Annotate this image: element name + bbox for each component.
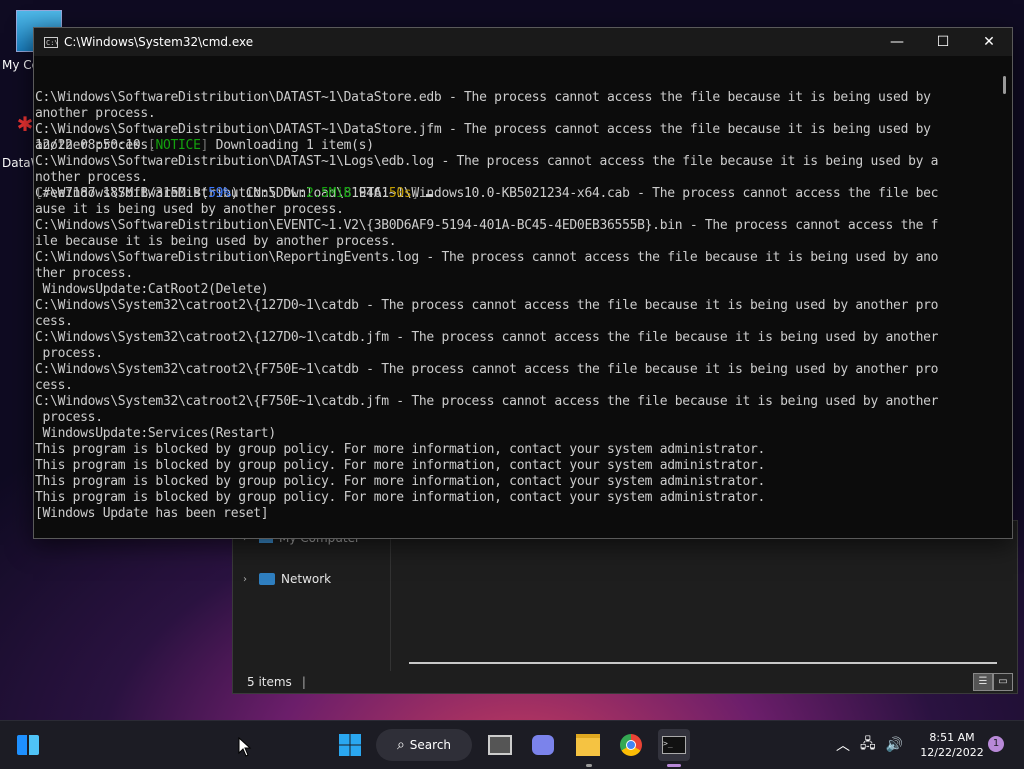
nav-item-network[interactable]: › Network [243,572,331,586]
chevron-right-icon[interactable]: › [243,574,253,585]
close-button[interactable]: ✕ [966,28,1012,56]
window-title: C:\Windows\System32\cmd.exe [64,35,254,49]
mouse-cursor-icon [238,737,252,757]
console-line: C:\Windows\SoftwareDistribution\EVENTC~1… [35,218,939,233]
console-line: another process. [35,106,156,121]
status-divider: | [301,675,306,689]
console-line: [Windows Update has been reset] [35,506,269,521]
console-line: nother process. [35,170,148,185]
file-explorer-icon [576,734,600,756]
console-line: This program is blocked by group policy.… [35,474,766,489]
widgets-button[interactable] [12,729,44,761]
search-label: Search [409,738,452,752]
console-line: This program is blocked by group policy.… [35,458,766,473]
console-line: C:\Windows\SoftwareDistribution\DATAST~1… [35,122,931,137]
title-bar[interactable]: C:\ C:\Windows\System32\cmd.exe — ☐ ✕ [34,28,1012,56]
notice-tag: NOTICE [155,138,201,153]
windows-start-icon [339,734,361,756]
bracket: [ [35,186,43,201]
console-line: ther process. [35,266,133,281]
network-icon [259,573,275,585]
console-line: C:\Windows\System32\catroot2\{127D0~1\ca… [35,330,939,345]
minimize-button[interactable]: — [874,28,920,56]
console-output[interactable]: C:\Windows\SoftwareDistribution\DATAST~1… [34,58,997,538]
console-line: ause it is being used by another process… [35,202,344,217]
download-percent: 59% [208,186,231,201]
cmd-window: C:\ C:\Windows\System32\cmd.exe — ☐ ✕ C:… [33,27,1013,539]
download-progress: #ee7187 187MiB/315MiB( [42,186,209,201]
console-line: C:\Windows\System32\catroot2\{127D0~1\ca… [35,298,939,313]
task-view-icon [488,735,512,755]
network-status-icon[interactable]: 🖧 [860,733,876,757]
chrome-button[interactable] [615,729,647,761]
chevron-up-icon[interactable]: ︿ [836,735,850,755]
chrome-icon [620,734,642,756]
item-count: 5 items [247,675,292,689]
volume-icon[interactable]: 🔊 [886,737,903,753]
system-tray: ︿ 🖧 🔊 [836,721,903,769]
cmd-app-icon: C:\ [44,36,59,48]
running-app-indicator [586,764,592,767]
console-line: C:\Windows\SoftwareDistribution\Reportin… [35,250,939,265]
console-line: process. [35,346,104,361]
notice-message: Downloading 1 item(s) [208,138,374,153]
active-app-indicator [667,764,681,767]
console-line: cess. [35,378,73,393]
connections: ) CN:5 DL: [230,186,307,201]
console-line: WindowsUpdate:Services(Restart) [35,426,277,441]
tiles-view-button[interactable]: ▭ [993,673,1013,691]
bracket: ] [411,186,419,201]
start-button[interactable] [334,729,366,761]
horizontal-scrollbar[interactable] [409,662,997,664]
taskbar-search[interactable]: ⌕ Search [376,729,472,761]
clock-date: 12/22/2022 [920,746,984,759]
search-icon: ⌕ [396,737,405,753]
terminal-button[interactable]: >_ [658,729,690,761]
status-bar: 5 items | [233,671,1017,693]
text-cursor [426,194,434,197]
notice-time: 12/22 08:50:10 [35,138,148,153]
console-line: C:\Windows\SoftwareDistribution\DATAST~1… [35,154,939,169]
chat-icon [532,735,554,755]
file-explorer-window: › My Computer › Network 5 items | ☰ ▭ [232,520,1018,694]
console-line: WindowsUpdate:CatRoot2(Delete) [35,282,269,297]
taskbar-clock[interactable]: 8:51 AM 12/22/2022 [916,730,988,760]
terminal-icon: >_ [662,736,686,754]
vertical-scrollbar-thumb[interactable] [1003,76,1006,94]
console-line: cess. [35,314,73,329]
console-line: process. [35,410,104,425]
clock-time: 8:51 AM [929,731,975,744]
console-line: This program is blocked by group policy.… [35,442,766,457]
navigation-pane: › My Computer › Network [233,521,391,671]
widgets-icon [17,735,39,755]
notification-badge[interactable]: 1 [988,736,1004,752]
chat-button[interactable] [527,729,559,761]
file-explorer-button[interactable] [572,729,604,761]
console-line: C:\Windows\SoftwareDistribution\DATAST~1… [35,90,931,105]
eta-label: ETA: [351,186,389,201]
console-line: C:\Windows\System32\catroot2\{F750E~1\ca… [35,394,939,409]
notice-line: 12/22 08:50:10 [NOTICE] Downloading 1 it… [35,138,997,154]
download-speed: 2.5MiB [306,186,352,201]
taskbar: ⌕ Search >_ ︿ 🖧 🔊 8:51 AM 12/22/2022 [0,720,1024,769]
maximize-button[interactable]: ☐ [920,28,966,56]
console-line: C:\Windows\System32\catroot2\{F750E~1\ca… [35,362,939,377]
console-line: This program is blocked by group policy.… [35,490,766,505]
nav-item-label: Network [281,572,332,586]
bracket: ] [200,138,209,153]
console-line: ile because it is being used by another … [35,234,397,249]
eta-value: 50s [388,186,412,201]
details-view-button[interactable]: ☰ [973,673,993,691]
task-view-button[interactable] [484,729,516,761]
